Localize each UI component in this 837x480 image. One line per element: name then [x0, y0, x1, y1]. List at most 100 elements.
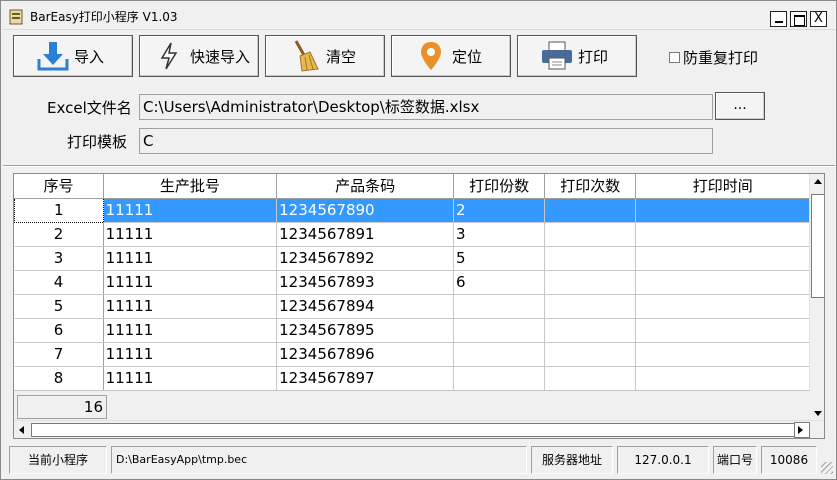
window-title: BarEasy打印小程序 V1.03 [30, 10, 178, 24]
column-header-batch[interactable]: 生产批号 [103, 174, 278, 199]
scroll-right-icon[interactable] [798, 426, 803, 434]
app-window: BarEasy打印小程序 V1.03 X 导入 快速导入 清空 定位 打印 防重… [0, 0, 837, 480]
table-row[interactable]: 7 11111 1234567896 [14, 342, 810, 367]
browse-button[interactable]: ... [715, 92, 765, 120]
cell-barcode[interactable]: 1234567893 [276, 270, 455, 295]
cell-copies[interactable] [453, 318, 546, 343]
cell-print-count[interactable] [544, 270, 637, 295]
excel-file-field[interactable]: C:\Users\Administrator\Desktop\标签数据.xlsx [139, 94, 713, 120]
scroll-down-icon[interactable] [814, 411, 822, 416]
cell-print-count[interactable] [544, 342, 637, 367]
scroll-up-icon[interactable] [814, 179, 822, 184]
clear-label: 清空 [326, 47, 357, 66]
table-row[interactable]: 6 11111 1234567895 [14, 318, 810, 343]
prevent-duplicate-checkbox[interactable]: 防重复打印 [669, 47, 758, 68]
cell-print-time[interactable] [635, 366, 810, 390]
table-row[interactable]: 1 11111 1234567890 2 [14, 197, 810, 223]
cell-print-count[interactable] [544, 294, 637, 319]
cell-copies[interactable]: 6 [453, 270, 546, 295]
cell-barcode[interactable]: 1234567897 [276, 366, 455, 390]
cell-seq[interactable]: 8 [14, 366, 104, 390]
cell-seq[interactable]: 3 [14, 246, 104, 271]
excel-file-label: Excel文件名 [47, 99, 132, 117]
cell-barcode[interactable]: 1234567896 [276, 342, 455, 367]
checkbox-box[interactable] [669, 52, 680, 63]
status-bar: 当前小程序 D:\BarEasyApp\tmp.bec 服务器地址 127.0.… [3, 446, 835, 478]
vertical-scroll-thumb[interactable] [811, 194, 824, 298]
table-row[interactable]: 5 11111 1234567894 [14, 294, 810, 319]
import-label: 导入 [74, 47, 105, 66]
cell-batch[interactable]: 11111 [103, 366, 278, 390]
port-value: 10086 [761, 446, 817, 474]
cell-copies[interactable]: 5 [453, 246, 546, 271]
cell-seq[interactable]: 5 [14, 294, 104, 319]
clear-button[interactable]: 清空 [265, 35, 385, 77]
column-header-copies[interactable]: 打印份数 [453, 174, 546, 199]
port-label: 端口号 [713, 446, 757, 474]
cell-print-time[interactable] [635, 270, 810, 295]
data-grid[interactable]: 序号 生产批号 产品条码 打印份数 打印次数 打印时间 1 11111 123456… [13, 173, 825, 439]
printer-icon [540, 39, 574, 73]
cell-print-count[interactable] [544, 222, 637, 247]
cell-print-time[interactable] [635, 318, 810, 343]
column-header-barcode[interactable]: 产品条码 [276, 174, 455, 199]
column-header-seq[interactable]: 序号 [14, 174, 104, 199]
maximize-button[interactable] [790, 11, 807, 27]
cell-batch[interactable]: 11111 [103, 342, 278, 367]
cell-seq[interactable]: 1 [14, 197, 104, 223]
cell-seq[interactable]: 7 [14, 342, 104, 367]
cell-print-time[interactable] [635, 198, 810, 223]
minimize-button[interactable] [770, 11, 787, 27]
cell-seq[interactable]: 2 [14, 222, 104, 247]
cell-print-count[interactable] [544, 246, 637, 271]
cell-seq[interactable]: 6 [14, 318, 104, 343]
server-label: 服务器地址 [531, 446, 613, 474]
cell-print-time[interactable] [635, 222, 810, 247]
vertical-scrollbar[interactable] [809, 174, 824, 420]
cell-print-count[interactable] [544, 366, 637, 390]
cell-barcode[interactable]: 1234567894 [276, 294, 455, 319]
cell-copies[interactable] [453, 294, 546, 319]
cell-print-time[interactable] [635, 342, 810, 367]
cell-batch[interactable]: 11111 [103, 294, 278, 319]
cell-batch[interactable]: 11111 [103, 246, 278, 271]
close-icon: X [814, 11, 823, 26]
app-icon [9, 9, 23, 25]
cell-copies[interactable]: 2 [453, 198, 546, 223]
title-bar: BarEasy打印小程序 V1.03 X [2, 2, 835, 30]
column-header-print-time[interactable]: 打印时间 [635, 174, 810, 199]
quick-import-button[interactable]: 快速导入 [139, 35, 259, 77]
table-row[interactable]: 4 11111 1234567893 6 [14, 270, 810, 295]
horizontal-scroll-thumb[interactable] [31, 423, 795, 437]
cell-batch[interactable]: 11111 [103, 318, 278, 343]
scroll-left-icon[interactable] [19, 426, 24, 434]
table-row[interactable]: 3 11111 1234567892 5 [14, 246, 810, 271]
horizontal-scrollbar[interactable] [14, 420, 824, 438]
cell-batch[interactable]: 11111 [103, 270, 278, 295]
template-field[interactable]: C [139, 128, 713, 154]
table-row[interactable]: 2 11111 1234567891 3 [14, 222, 810, 247]
cell-barcode[interactable]: 1234567892 [276, 246, 455, 271]
cell-copies[interactable] [453, 342, 546, 367]
cell-barcode[interactable]: 1234567895 [276, 318, 455, 343]
close-button[interactable]: X [810, 11, 827, 27]
print-button[interactable]: 打印 [517, 35, 637, 77]
cell-barcode[interactable]: 1234567891 [276, 222, 455, 247]
cell-print-count[interactable] [544, 198, 637, 223]
cell-copies[interactable] [453, 366, 546, 390]
cell-batch[interactable]: 11111 [103, 222, 278, 247]
locate-button[interactable]: 定位 [391, 35, 511, 77]
import-button[interactable]: 导入 [13, 35, 133, 77]
cell-barcode[interactable]: 1234567890 [276, 198, 455, 223]
cell-batch[interactable]: 11111 [103, 198, 278, 223]
cell-seq[interactable]: 4 [14, 270, 104, 295]
quick-import-label: 快速导入 [190, 47, 251, 66]
cell-print-time[interactable] [635, 246, 810, 271]
cell-copies[interactable]: 3 [453, 222, 546, 247]
cell-print-count[interactable] [544, 318, 637, 343]
cell-print-time[interactable] [635, 294, 810, 319]
row-count: 16 [17, 395, 107, 419]
resize-grip[interactable] [821, 462, 833, 474]
column-header-print-count[interactable]: 打印次数 [544, 174, 637, 199]
table-row[interactable]: 8 11111 1234567897 [14, 366, 810, 390]
